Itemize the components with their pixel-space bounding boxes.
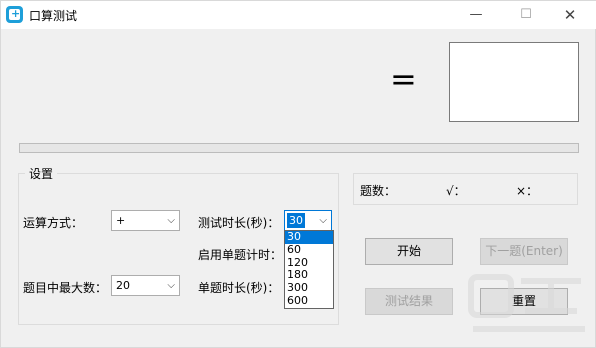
wrong-count-label: ×： — [516, 184, 539, 198]
correct-count-label: √： — [446, 184, 466, 198]
equals-sign: = — [390, 60, 417, 98]
single-duration-label: 单题时长(秒)： — [198, 281, 280, 295]
settings-legend: 设置 — [25, 165, 58, 182]
title-bar: 口算测试 — ☐ ✕ — [1, 1, 596, 29]
app-window: 口算测试 — ☐ ✕ = 设置 运算方式： + ⌵ 题目中最大数： 20 ⌵ 测… — [0, 0, 596, 348]
test-duration-label: 测试时长(秒)： — [198, 216, 280, 230]
answer-input[interactable] — [449, 42, 579, 122]
max-number-label: 题目中最大数： — [23, 281, 108, 295]
start-button[interactable]: 开始 — [365, 238, 453, 265]
question-count-label: 题数： — [360, 184, 397, 198]
single-timer-label: 启用单题计时： — [198, 248, 283, 262]
operation-value: + — [116, 214, 126, 227]
window-title: 口算测试 — [29, 9, 78, 23]
test-duration-dropdown-list[interactable]: 30 60 120 180 300 600 — [284, 230, 334, 309]
chevron-down-icon: ⌵ — [167, 215, 175, 226]
minimize-button[interactable]: — — [453, 1, 499, 29]
operation-select[interactable]: + ⌵ — [111, 210, 180, 231]
time-progress-bar — [19, 143, 579, 153]
dropdown-option[interactable]: 600 — [285, 294, 333, 308]
close-button[interactable]: ✕ — [547, 1, 593, 29]
test-duration-value: 30 — [287, 213, 305, 228]
max-number-select[interactable]: 20 ⌵ — [111, 275, 180, 296]
dropdown-option[interactable]: 30 — [285, 230, 333, 244]
maximize-button[interactable]: ☐ — [503, 1, 549, 29]
test-results-button[interactable]: 测试结果 — [365, 288, 453, 315]
watermark-logo — [468, 274, 585, 332]
max-number-value: 20 — [116, 279, 130, 292]
chevron-down-icon: ⌵ — [319, 215, 327, 226]
dropdown-option[interactable]: 60 — [285, 243, 333, 257]
test-duration-select[interactable]: 30 ⌵ — [284, 210, 332, 231]
chevron-down-icon: ⌵ — [167, 280, 175, 291]
next-question-button[interactable]: 下一题(Enter) — [480, 238, 568, 265]
app-calculator-icon — [6, 6, 23, 23]
operation-label: 运算方式： — [23, 216, 84, 230]
